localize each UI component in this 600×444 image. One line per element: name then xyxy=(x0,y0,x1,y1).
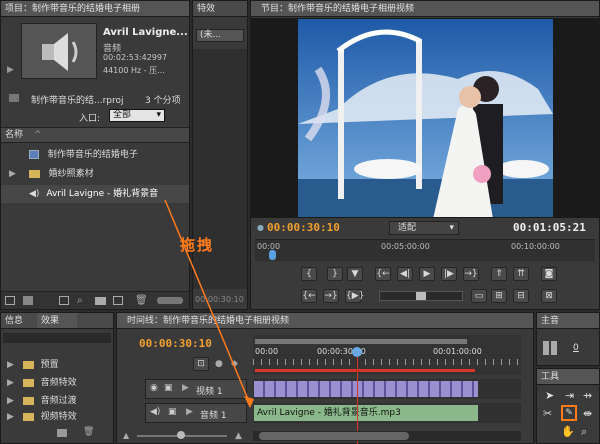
drag-annotation-label: 拖拽 xyxy=(180,236,215,254)
drag-annotation-arrow xyxy=(164,199,254,408)
